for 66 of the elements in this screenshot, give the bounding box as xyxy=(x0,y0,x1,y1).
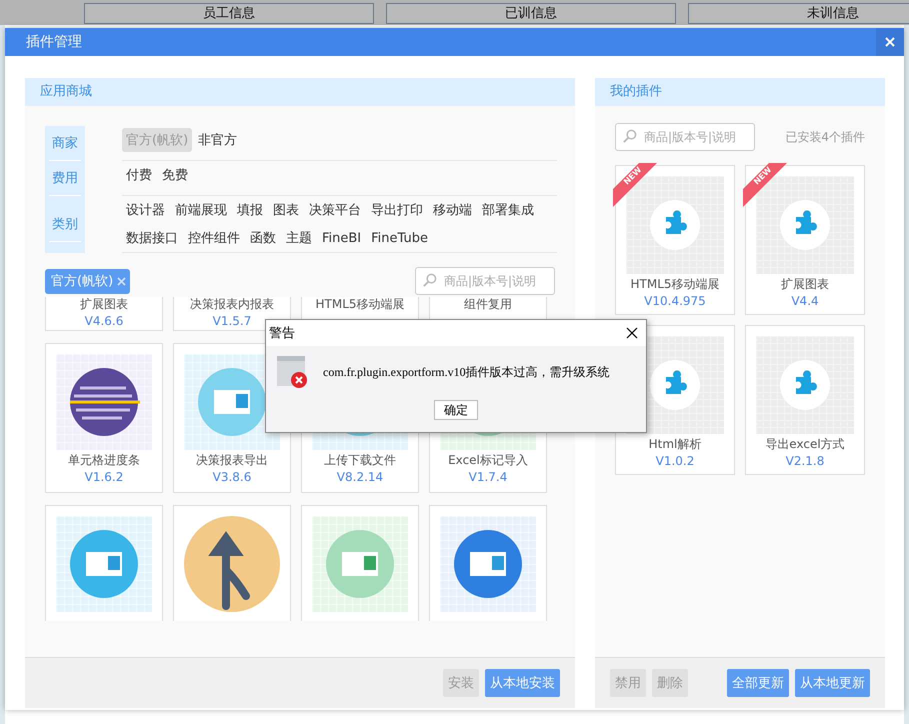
close-icon xyxy=(885,37,895,47)
installed-count: 已安装4个插件 xyxy=(785,128,865,146)
plugin-version: V10.4.975 xyxy=(644,294,706,309)
filter-option[interactable]: 前端展现 xyxy=(171,198,231,222)
filter-option[interactable]: 数据接口 xyxy=(122,226,182,250)
panel-header: 应用商城 xyxy=(25,78,575,106)
plugin-name: Html解析 xyxy=(648,437,702,452)
error-icon xyxy=(277,356,309,388)
filter-option[interactable]: 主题 xyxy=(282,226,316,250)
filter-option[interactable]: 移动端 xyxy=(429,198,476,222)
plugin-name: 导出excel方式 xyxy=(765,437,845,452)
plugin-version: V1.6.2 xyxy=(84,470,124,485)
plugin-name: HTML5移动端展 xyxy=(315,297,405,312)
plugin-version: V4.6.6 xyxy=(84,314,124,329)
ok-button[interactable]: 确定 xyxy=(434,400,478,420)
filter-option[interactable]: 导出打印 xyxy=(367,198,427,222)
plugin-name: 决策报表导出 xyxy=(196,453,268,468)
search-icon xyxy=(422,273,437,288)
filter-option[interactable]: 设计器 xyxy=(122,198,169,222)
alert-message: com.fr.plugin.exportform.v10插件版本过高，需升级系统 xyxy=(323,364,610,380)
filter-option[interactable]: 图表 xyxy=(269,198,303,222)
filter-option[interactable]: 决策平台 xyxy=(305,198,365,222)
plugin-version: V8.2.14 xyxy=(336,470,384,485)
plugin-card[interactable]: 扩展图表 V4.6.6 xyxy=(45,297,163,331)
search-field[interactable]: 商品|版本号|说明 xyxy=(615,123,755,151)
filter-option[interactable]: 非官方 xyxy=(194,128,242,152)
plugin-name: 决策报表内报表 xyxy=(190,297,274,312)
plugin-name: 上传下载文件 xyxy=(324,453,396,468)
puzzle-icon xyxy=(650,200,700,250)
filter-option[interactable]: 付费 xyxy=(122,163,156,187)
plugin-version: V2.1.8 xyxy=(786,454,824,469)
plugin-card[interactable]: 单元格进度条 V1.6.2 xyxy=(45,343,163,493)
filter-label: 类别 xyxy=(49,207,81,242)
plugin-name: 单元格进度条 xyxy=(68,453,140,468)
search-field[interactable]: 商品|版本号|说明 xyxy=(415,267,555,295)
plugin-name: HTML5移动端展 xyxy=(630,277,720,292)
puzzle-icon xyxy=(780,200,830,250)
filter-option[interactable]: 免费 xyxy=(158,163,192,187)
dialog-title: 插件管理 xyxy=(25,33,82,51)
plugin-card[interactable]: 导出excel方式 V2.1.8 xyxy=(745,325,865,475)
plugin-card[interactable] xyxy=(173,505,291,621)
background-tab[interactable]: 员工信息 xyxy=(84,3,374,24)
plugin-version: V1.5.7 xyxy=(212,314,252,329)
plugin-version: V1.0.2 xyxy=(656,454,694,469)
remove-icon xyxy=(117,276,126,286)
plugin-card[interactable] xyxy=(429,505,547,621)
plugin-name: Excel标记导入 xyxy=(448,453,528,468)
plugin-version: V4.4 xyxy=(791,294,819,309)
plugin-name: 扩展图表 xyxy=(80,297,128,312)
plugin-version: V3.8.6 xyxy=(212,470,252,485)
puzzle-icon xyxy=(650,360,700,410)
filter-option[interactable]: 部署集成 xyxy=(478,198,538,222)
filter-option[interactable]: FineBI xyxy=(318,226,366,250)
background-tab[interactable]: 未训信息 xyxy=(688,3,909,24)
puzzle-icon xyxy=(780,360,830,410)
filter-option[interactable]: 填报 xyxy=(233,198,267,222)
plugin-version: V1.7.4 xyxy=(468,470,508,485)
filter-option[interactable]: FineTube xyxy=(367,226,432,250)
close-icon xyxy=(626,327,638,339)
filter-option[interactable]: 控件组件 xyxy=(184,226,244,250)
background-tab[interactable]: 已训信息 xyxy=(386,3,676,24)
plugin-name: 组件复用 xyxy=(464,297,512,312)
filter-option[interactable]: 函数 xyxy=(246,226,280,250)
plugin-name: 扩展图表 xyxy=(781,277,829,292)
search-icon xyxy=(622,129,637,144)
panel-header: 我的插件 xyxy=(595,78,885,106)
